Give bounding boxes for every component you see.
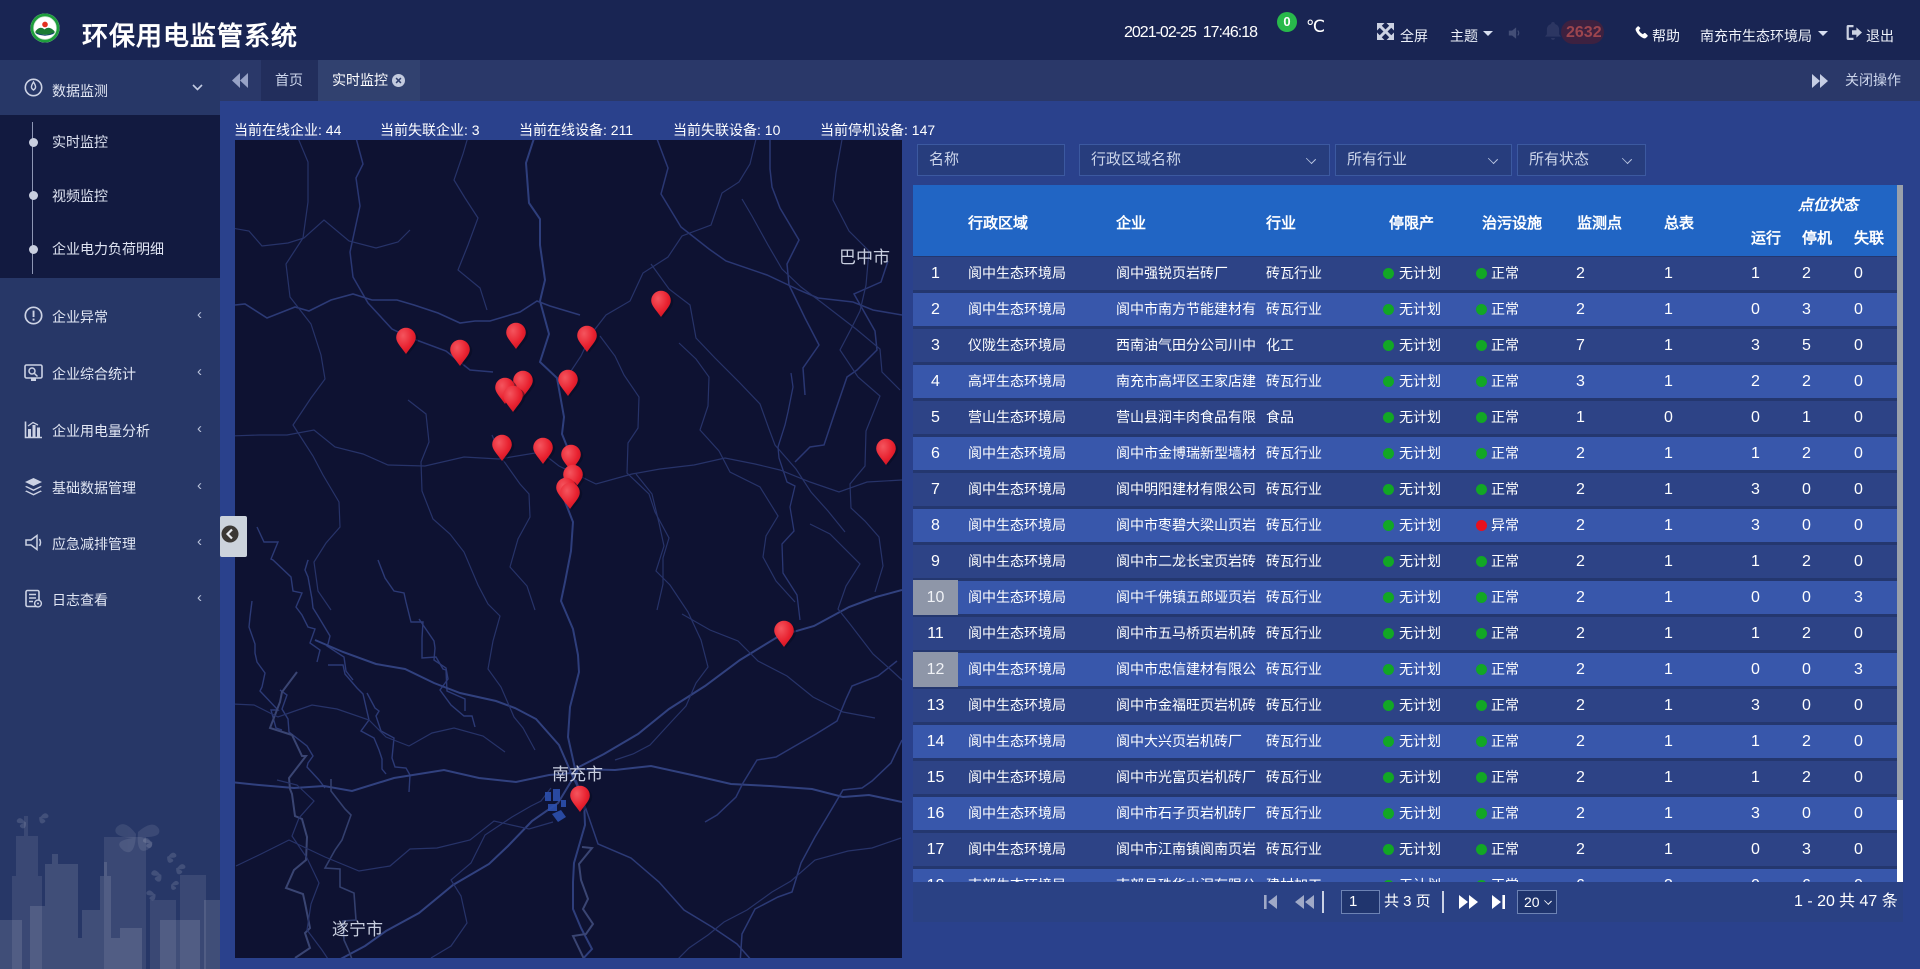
svg-text:巴中市: 巴中市 <box>839 248 890 267</box>
svg-text:遂宁市: 遂宁市 <box>332 920 383 939</box>
svg-text:南充市: 南充市 <box>552 765 603 784</box>
